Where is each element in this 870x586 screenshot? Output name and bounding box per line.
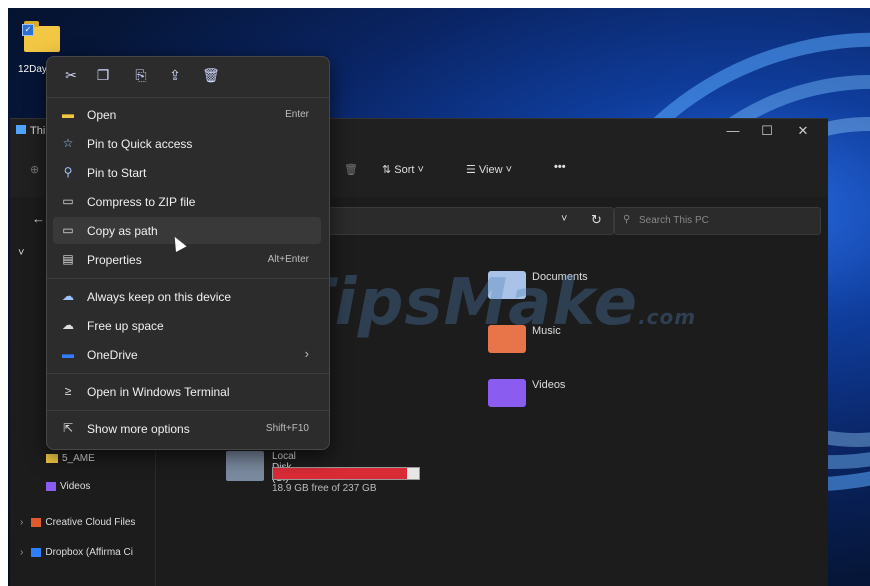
maximize-button[interactable]: ☐ — [752, 123, 782, 139]
sidebar-item-label: Creative Cloud Files — [45, 517, 136, 528]
folder-icon — [46, 453, 58, 463]
menu-item-shortcut: Alt+Enter — [267, 254, 309, 265]
menu-item-always-keep[interactable]: ☁ Always keep on this device — [53, 283, 321, 310]
sort-label: Sort — [394, 164, 415, 176]
menu-separator — [47, 410, 329, 411]
drive-free-space: 18.9 GB free of 237 GB — [272, 483, 377, 494]
cloud-sync-icon: ☁ — [62, 289, 74, 303]
view-icon: ☰ — [466, 164, 479, 176]
properties-icon: ▤ — [62, 252, 74, 266]
sort-button[interactable]: ⇅ Sort ˅ — [382, 163, 424, 176]
dropbox-icon — [31, 547, 42, 557]
delete-icon[interactable]: 🗑 — [344, 163, 358, 176]
search-placeholder: Search This PC — [639, 215, 709, 226]
sidebar-item-dropbox[interactable]: › Dropbox (Affirma Ci — [20, 547, 133, 558]
menu-separator — [47, 278, 329, 279]
delete-icon[interactable]: 🗑 — [201, 67, 221, 85]
share-icon[interactable]: ⇪ — [165, 67, 185, 85]
chevron-down-icon[interactable]: ˅ — [561, 213, 567, 225]
sort-icon: ⇅ — [382, 164, 395, 176]
this-pc-icon — [16, 125, 26, 134]
videos-icon — [488, 379, 526, 407]
menu-item-label: Free up space — [87, 319, 164, 333]
creative-cloud-icon — [31, 517, 42, 527]
close-button[interactable]: ✕ — [788, 123, 818, 139]
chevron-right-icon: › — [20, 547, 24, 558]
chevron-down-icon[interactable]: ˅ — [18, 247, 24, 259]
terminal-icon: ≥ — [64, 384, 72, 398]
chevron-right-icon: › — [304, 346, 309, 361]
view-button[interactable]: ☰ View ˅ — [466, 163, 512, 176]
drive-usage-bar — [272, 467, 420, 480]
menu-item-onedrive[interactable]: ▬ OneDrive › — [53, 341, 321, 368]
videos-icon — [46, 481, 56, 491]
cut-icon[interactable]: ✂ — [61, 67, 81, 85]
copy-icon[interactable]: ❐ — [93, 67, 113, 85]
menu-item-label: Pin to Quick access — [87, 137, 193, 151]
sidebar-item-5-ame[interactable]: 5_AME — [46, 453, 95, 464]
menu-item-free-up-space[interactable]: ☁ Free up space — [53, 312, 321, 339]
more-options-icon: ⇱ — [62, 421, 74, 435]
checkbox-icon: ✓ — [22, 24, 34, 36]
menu-item-pin-start[interactable]: ⚲ Pin to Start — [53, 159, 321, 186]
sidebar-item-label: 5_AME — [62, 453, 95, 464]
menu-item-pin-quick-access[interactable]: ☆ Pin to Quick access — [53, 130, 321, 157]
window-title: Thi — [30, 125, 46, 137]
menu-item-label: Show more options — [87, 422, 190, 436]
address-field[interactable]: ˅ ↻ — [320, 207, 614, 235]
refresh-icon[interactable]: ↻ — [591, 212, 602, 228]
menu-item-open[interactable]: ▬ Open Enter — [53, 101, 321, 128]
rename-icon[interactable]: ⎘ — [131, 67, 151, 85]
search-input[interactable]: ⚲ Search This PC — [614, 207, 821, 235]
sidebar-item-videos[interactable]: Videos — [46, 481, 90, 492]
menu-item-label: Pin to Start — [87, 166, 147, 180]
view-label: View — [478, 164, 503, 176]
menu-item-label: Open in Windows Terminal — [87, 385, 230, 399]
open-icon: ▬ — [62, 107, 74, 121]
minimize-button[interactable]: — — [718, 123, 748, 138]
drive-usage-fill — [273, 468, 408, 479]
menu-item-properties[interactable]: ▤ Properties Alt+Enter — [53, 246, 321, 273]
back-arrow-icon[interactable]: ← — [32, 211, 45, 226]
menu-item-compress-zip[interactable]: ▭ Compress to ZIP file — [53, 188, 321, 215]
pin-icon: ⚲ — [63, 165, 73, 179]
onedrive-icon: ▬ — [62, 347, 74, 361]
desktop: ✓ 12Days Thi — ☐ ✕ ⊕ 🗑 ⇅ Sort ˅ ☰ View ˅… — [8, 8, 870, 586]
menu-item-label: OneDrive — [87, 348, 138, 362]
cloud-icon: ☁ — [62, 318, 74, 332]
menu-item-label: Compress to ZIP file — [87, 195, 196, 209]
watermark-text: TipsMake — [290, 266, 639, 340]
sidebar-item-label: Dropbox (Affirma Ci — [45, 547, 133, 558]
quick-actions-bar: ✂ ❐ ⎘ ⇪ 🗑 — [47, 57, 329, 98]
menu-item-label: Properties — [87, 253, 142, 267]
zip-icon: ▭ — [62, 194, 74, 208]
menu-item-label: Open — [87, 108, 117, 122]
new-icon[interactable]: ⊕ — [30, 163, 39, 176]
menu-item-copy-as-path[interactable]: ▭ Copy as path — [53, 217, 321, 244]
context-menu: ✂ ❐ ⎘ ⇪ 🗑 ▬ Open Enter ☆ Pin to Quick acces… — [46, 56, 330, 450]
watermark-suffix: .com — [638, 305, 697, 329]
sidebar-item-creative-cloud[interactable]: › Creative Cloud Files — [20, 517, 135, 528]
star-icon: ☆ — [62, 136, 74, 150]
sidebar-item-label: Videos — [60, 481, 91, 492]
menu-item-label: Always keep on this device — [87, 290, 232, 304]
menu-item-label: Copy as path — [87, 224, 158, 238]
copy-path-icon: ▭ — [62, 223, 74, 237]
menu-item-open-terminal[interactable]: ≥ Open in Windows Terminal — [53, 378, 321, 405]
library-label: Videos — [532, 379, 566, 391]
drive-icon — [226, 451, 264, 481]
watermark: TipsMake.com — [290, 266, 696, 340]
more-button[interactable]: ••• — [554, 161, 566, 173]
search-icon: ⚲ — [623, 214, 631, 225]
chevron-right-icon: › — [20, 517, 24, 528]
menu-item-shortcut: Enter — [285, 109, 309, 120]
menu-separator — [47, 373, 329, 374]
menu-item-show-more-options[interactable]: ⇱ Show more options Shift+F10 — [53, 415, 321, 442]
menu-item-shortcut: Shift+F10 — [265, 423, 309, 434]
